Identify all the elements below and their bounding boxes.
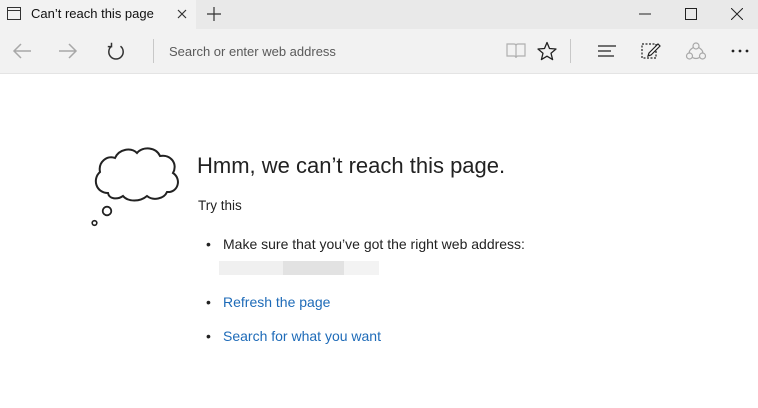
error-heading: Hmm, we can’t reach this page. bbox=[197, 153, 506, 178]
address-separator bbox=[153, 39, 154, 63]
web-note-button[interactable] bbox=[635, 29, 667, 74]
share-icon bbox=[685, 42, 707, 60]
maximize-icon bbox=[685, 8, 697, 20]
new-tab-plus-icon[interactable] bbox=[205, 5, 223, 23]
favorite-button[interactable] bbox=[531, 29, 563, 74]
back-arrow-icon bbox=[12, 43, 31, 59]
title-bar: Can’t reach this page bbox=[0, 0, 758, 29]
back-button[interactable] bbox=[2, 29, 42, 74]
web-note-icon bbox=[641, 43, 661, 59]
error-page: Hmm, we can’t reach this page. Try this … bbox=[0, 75, 758, 408]
reading-view-button[interactable] bbox=[500, 29, 532, 74]
hub-button[interactable] bbox=[591, 29, 623, 74]
favorite-star-icon bbox=[537, 41, 557, 61]
bullet: • bbox=[206, 236, 211, 252]
suggestion-check-address: Make sure that you’ve got the right web … bbox=[223, 236, 525, 252]
address-input[interactable] bbox=[162, 37, 502, 65]
window-close-button[interactable] bbox=[714, 0, 758, 29]
bullet: • bbox=[206, 328, 211, 344]
refresh-page-link[interactable]: Refresh the page bbox=[223, 294, 330, 310]
toolbar-separator bbox=[570, 39, 571, 63]
try-this-label: Try this bbox=[198, 198, 242, 213]
tab-close-icon[interactable] bbox=[174, 6, 190, 22]
refresh-button[interactable] bbox=[96, 29, 136, 74]
minimize-icon bbox=[639, 13, 651, 15]
redacted-web-address bbox=[219, 261, 379, 275]
more-icon bbox=[731, 49, 749, 53]
hub-icon bbox=[598, 45, 616, 57]
share-button[interactable] bbox=[680, 29, 712, 74]
thought-cloud-icon bbox=[91, 147, 179, 227]
tab-active[interactable]: Can’t reach this page bbox=[0, 0, 196, 29]
minimize-button[interactable] bbox=[622, 0, 668, 29]
forward-button[interactable] bbox=[48, 29, 88, 74]
search-link[interactable]: Search for what you want bbox=[223, 328, 381, 344]
refresh-icon bbox=[107, 42, 124, 60]
reading-view-icon bbox=[506, 43, 526, 59]
forward-arrow-icon bbox=[59, 43, 78, 59]
bullet: • bbox=[206, 294, 211, 310]
close-icon bbox=[731, 8, 743, 20]
maximize-button[interactable] bbox=[668, 0, 714, 29]
page-icon bbox=[7, 7, 21, 20]
more-button[interactable] bbox=[724, 29, 756, 74]
navigation-bar bbox=[0, 29, 758, 74]
tab-title: Can’t reach this page bbox=[31, 6, 154, 21]
